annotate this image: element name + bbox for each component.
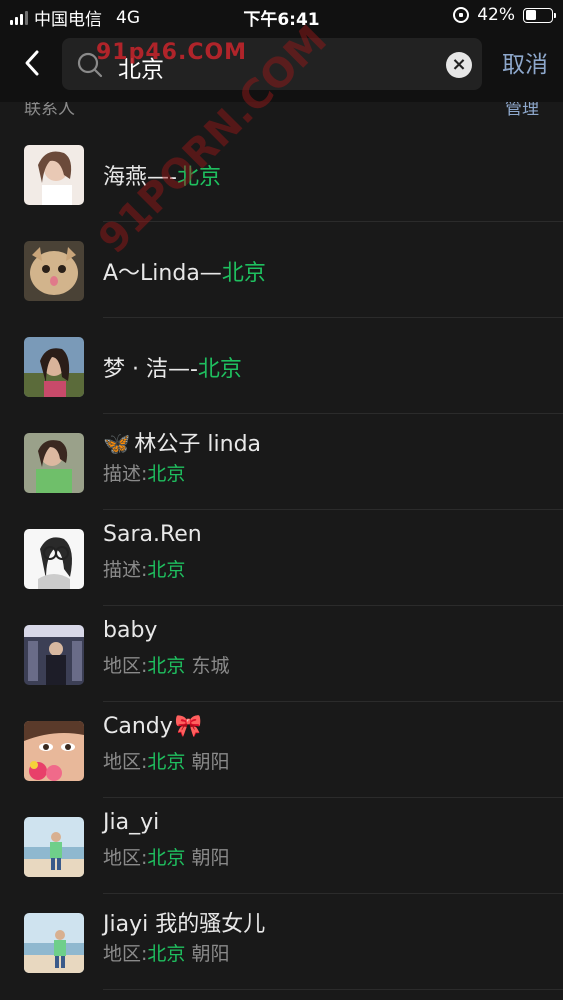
contact-results-list: 海燕—-北京 A～Linda—北京 梦 · 洁—-北京 🦋 林公子 linda 描…	[0, 126, 563, 990]
battery-percent: 42%	[477, 5, 515, 25]
battery-icon	[523, 7, 556, 23]
status-right: 42%	[453, 5, 556, 25]
watermark-top: 91p46.COM	[96, 40, 248, 65]
contact-row[interactable]: baby 地区:北京 东城	[0, 606, 563, 702]
avatar	[24, 241, 84, 301]
contact-detail: 地区:北京 朝阳	[103, 943, 230, 965]
contact-name: 🦋 林公子 linda	[103, 432, 262, 457]
divider	[103, 989, 563, 990]
back-button[interactable]	[16, 46, 50, 80]
contact-detail: 描述:北京	[103, 463, 186, 485]
contact-row[interactable]: Candy🎀 地区:北京 朝阳	[0, 702, 563, 798]
contact-name: baby	[103, 618, 158, 643]
contact-name: Jia_yi	[103, 810, 160, 835]
avatar	[24, 529, 84, 589]
contact-row[interactable]: 海燕—-北京	[0, 126, 563, 222]
contact-detail: 地区:北京 朝阳	[103, 751, 230, 773]
avatar	[24, 913, 84, 973]
contact-detail: 描述:北京	[103, 559, 186, 581]
contact-detail: 地区:北京 朝阳	[103, 847, 230, 869]
bow-icon: 🎀	[174, 714, 203, 739]
avatar	[24, 433, 84, 493]
contact-name: 梦 · 洁—-北京	[103, 357, 242, 382]
contact-name: Candy🎀	[103, 714, 203, 739]
chevron-left-icon	[25, 50, 39, 76]
status-bar: 中国电信 4G 下午6:41 42%	[0, 0, 563, 32]
rotation-lock-icon	[453, 7, 470, 23]
avatar	[24, 625, 84, 685]
avatar	[24, 337, 84, 397]
butterfly-icon: 🦋	[103, 432, 131, 457]
contact-row[interactable]: 梦 · 洁—-北京	[0, 318, 563, 414]
contact-name: Sara.Ren	[103, 522, 202, 547]
contact-name: Jiayi 我的骚女儿	[103, 912, 266, 937]
contact-row[interactable]: A～Linda—北京	[0, 222, 563, 318]
manage-link[interactable]: 管理	[505, 102, 539, 119]
avatar	[24, 145, 84, 205]
cancel-button[interactable]: 取消	[502, 45, 548, 79]
clear-icon[interactable]: ×	[446, 52, 472, 78]
contact-detail: 地区:北京 东城	[103, 655, 230, 677]
contact-row[interactable]: Jia_yi 地区:北京 朝阳	[0, 798, 563, 894]
contact-row[interactable]: Jiayi 我的骚女儿 地区:北京 朝阳	[0, 894, 563, 990]
section-header: 联系人 管理	[0, 102, 563, 126]
contact-row[interactable]: 🦋 林公子 linda 描述:北京	[0, 414, 563, 510]
section-title: 联系人	[24, 102, 75, 119]
contact-name: A～Linda—北京	[103, 261, 266, 286]
avatar	[24, 817, 84, 877]
avatar	[24, 721, 84, 781]
contact-row[interactable]: Sara.Ren 描述:北京	[0, 510, 563, 606]
